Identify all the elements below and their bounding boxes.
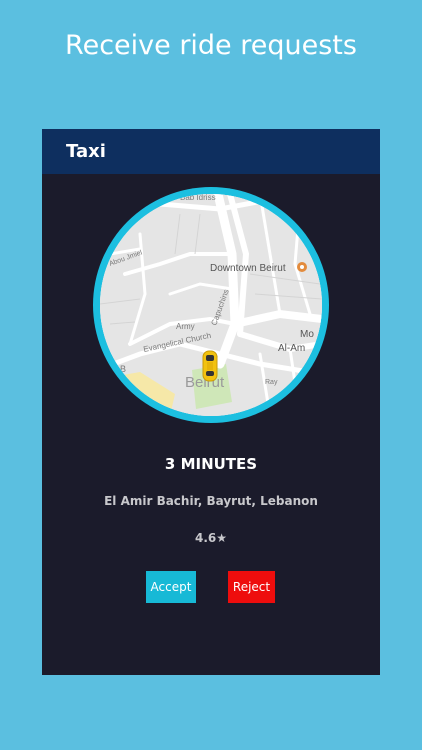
map-label-ray: Ray [265, 379, 278, 386]
pickup-address: El Amir Bachir, Bayrut, Lebanon [104, 494, 318, 508]
map-label-army: Army [176, 322, 195, 331]
rider-rating: 4.6★ [194, 531, 227, 545]
phone-screen: Taxi Bab Idriss Downtown Beirut Capuchin… [42, 129, 380, 675]
map-label-b: B [120, 364, 126, 374]
map-ring: Bab Idriss Downtown Beirut Capuchins Arm… [93, 187, 329, 423]
map-graphic: Bab Idriss Downtown Beirut Capuchins Arm… [100, 194, 322, 416]
promo-title: Receive ride requests [65, 30, 357, 61]
app-title: Taxi [66, 141, 106, 162]
app-bar: Taxi [42, 129, 380, 174]
reject-button[interactable]: Reject [228, 571, 275, 603]
map-label-al-am: Al-Am [278, 343, 305, 354]
map-label-mo: Mo [300, 329, 314, 340]
eta-text: 3 MINUTES [164, 455, 258, 473]
map-label-bab-idriss: Bab Idriss [180, 194, 216, 202]
map-view[interactable]: Bab Idriss Downtown Beirut Capuchins Arm… [100, 194, 322, 416]
map-label-downtown: Downtown Beirut [210, 263, 286, 274]
accept-button[interactable]: Accept [146, 571, 196, 603]
taxi-car-icon [202, 350, 218, 382]
